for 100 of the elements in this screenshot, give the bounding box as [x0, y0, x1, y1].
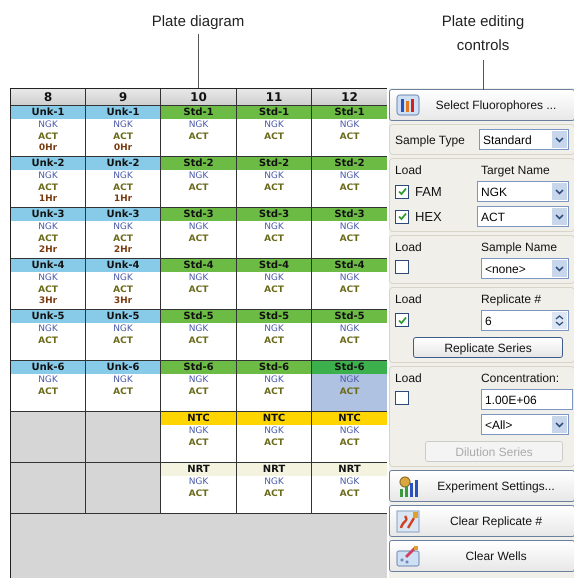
- plate-well[interactable]: NRT NGK ACT: [312, 463, 387, 513]
- plate-well[interactable]: Std-4 NGK ACT: [161, 259, 236, 309]
- plate-well[interactable]: Std-1 NGK ACT: [312, 106, 387, 156]
- plate-well[interactable]: NTC NGK ACT: [161, 412, 236, 462]
- plate-well[interactable]: Unk-1 NGK ACT 0Hr: [11, 106, 85, 156]
- plate-well[interactable]: Unk-3 NGK ACT 2Hr: [86, 208, 160, 258]
- column-header: 10: [161, 89, 236, 105]
- plate-well[interactable]: Std-6 NGK ACT: [312, 361, 387, 411]
- plate-well[interactable]: Unk-2 NGK ACT 1Hr: [11, 157, 85, 207]
- sample-label: Unk-5: [86, 310, 160, 323]
- target-label: NGK: [188, 221, 210, 233]
- sample-label: Unk-3: [11, 208, 85, 221]
- plate-well[interactable]: Unk-5 NGK ACT: [86, 310, 160, 360]
- target-label: NGK: [37, 272, 59, 284]
- target-label: NGK: [112, 323, 134, 335]
- select-fluorophores-button[interactable]: Select Fluorophores ...: [389, 89, 574, 121]
- sample-label: Std-3: [161, 208, 236, 221]
- field-label: Load: [395, 371, 423, 385]
- plate-well[interactable]: NRT NGK ACT: [161, 463, 236, 513]
- target-label: NGK: [37, 170, 59, 182]
- plate-well[interactable]: Std-2 NGK ACT: [161, 157, 236, 207]
- plate-well[interactable]: Unk-6 NGK ACT: [11, 361, 85, 411]
- field-label: Sample Name: [481, 240, 558, 254]
- plate-well[interactable]: Std-6 NGK ACT: [161, 361, 236, 411]
- panel-button[interactable]: Clear Replicate #: [389, 505, 574, 537]
- time-label: 3Hr: [112, 296, 134, 307]
- checkbox[interactable]: [395, 184, 409, 198]
- target-label: NGK: [188, 323, 210, 335]
- plate-well[interactable]: Std-3 NGK ACT: [161, 208, 236, 258]
- dropdown[interactable]: <All>: [481, 414, 569, 435]
- target-label: NGK: [188, 119, 210, 131]
- plate-well[interactable]: Std-3 NGK ACT: [237, 208, 311, 258]
- plate-well[interactable]: Std-2 NGK ACT: [237, 157, 311, 207]
- panel-button[interactable]: Clear Wells: [389, 540, 574, 572]
- plate-well[interactable]: Std-6 NGK ACT: [237, 361, 311, 411]
- plate-well[interactable]: Std-5 NGK ACT: [312, 310, 387, 360]
- sample-label: NTC: [161, 412, 236, 425]
- target-label: NGK: [338, 425, 360, 437]
- target-label: ACT: [188, 386, 210, 398]
- target-label: NGK: [263, 170, 285, 182]
- sample-label: Std-5: [237, 310, 311, 323]
- plate-well[interactable]: Unk-1 NGK ACT 0Hr: [86, 106, 160, 156]
- checkbox[interactable]: [395, 260, 409, 274]
- target-label: ACT: [338, 335, 360, 347]
- leader-line: [482, 60, 484, 90]
- checkbox[interactable]: [395, 391, 409, 405]
- target-label: NGK: [263, 221, 285, 233]
- plate-well[interactable]: NTC NGK ACT: [237, 412, 311, 462]
- target-label: NGK: [188, 272, 210, 284]
- plate-well[interactable]: Std-3 NGK ACT: [312, 208, 387, 258]
- target-label: ACT: [188, 437, 210, 449]
- sample-label: Unk-3: [86, 208, 160, 221]
- plate-well[interactable]: Std-1 NGK ACT: [161, 106, 236, 156]
- plate-well[interactable]: Std-5 NGK ACT: [161, 310, 236, 360]
- plate-well[interactable]: Std-4 NGK ACT: [237, 259, 311, 309]
- target-label: ACT: [338, 131, 360, 143]
- plate-well[interactable]: NTC NGK ACT: [312, 412, 387, 462]
- column-header: 9: [86, 89, 160, 105]
- plate-well[interactable]: Unk-2 NGK ACT 1Hr: [86, 157, 160, 207]
- plate-well[interactable]: Std-1 NGK ACT: [237, 106, 311, 156]
- column-header: 8: [11, 89, 85, 105]
- target-label: ACT: [263, 386, 285, 398]
- sample-label: NRT: [312, 463, 387, 476]
- checkbox[interactable]: [395, 313, 409, 328]
- target-label: ACT: [338, 488, 360, 500]
- dropdown[interactable]: ACT: [477, 206, 569, 227]
- plate-well[interactable]: NRT NGK ACT: [237, 463, 311, 513]
- target-label: NGK: [263, 374, 285, 386]
- dye-label: FAM: [415, 184, 443, 199]
- text-field[interactable]: 1.00E+06: [481, 389, 573, 410]
- target-label: NGK: [37, 221, 59, 233]
- field-label: Sample Type: [395, 132, 465, 146]
- target-label: ACT: [263, 488, 285, 500]
- sample-label: Std-1: [312, 106, 387, 119]
- plate-well[interactable]: Unk-4 NGK ACT 3Hr: [86, 259, 160, 309]
- sample-label: NRT: [237, 463, 311, 476]
- target-label: NGK: [112, 119, 134, 131]
- checkbox[interactable]: [395, 210, 409, 224]
- target-label: NGK: [338, 476, 360, 488]
- plate-well[interactable]: Std-4 NGK ACT: [312, 259, 387, 309]
- target-label: NGK: [112, 221, 134, 233]
- time-label: 0Hr: [112, 143, 134, 154]
- plate-well[interactable]: Unk-3 NGK ACT 2Hr: [11, 208, 85, 258]
- target-label: NGK: [263, 425, 285, 437]
- panel-button[interactable]: Experiment Settings...: [389, 470, 574, 502]
- replicate-series-button[interactable]: Replicate Series: [413, 337, 563, 358]
- target-label: NGK: [338, 221, 360, 233]
- target-label: ACT: [112, 335, 134, 347]
- plate-well[interactable]: Unk-5 NGK ACT: [11, 310, 85, 360]
- plate-well[interactable]: Std-5 NGK ACT: [237, 310, 311, 360]
- plate-well[interactable]: Unk-6 NGK ACT: [86, 361, 160, 411]
- spinner-field[interactable]: 6: [481, 310, 569, 331]
- target-label: NGK: [338, 323, 360, 335]
- dropdown[interactable]: NGK: [477, 181, 569, 202]
- dropdown[interactable]: <none>: [481, 258, 569, 279]
- target-label: NGK: [188, 476, 210, 488]
- plate-well[interactable]: Unk-4 NGK ACT 3Hr: [11, 259, 85, 309]
- plate-well[interactable]: Std-2 NGK ACT: [312, 157, 387, 207]
- sample-label: Unk-1: [11, 106, 85, 119]
- dropdown[interactable]: Standard: [479, 129, 569, 150]
